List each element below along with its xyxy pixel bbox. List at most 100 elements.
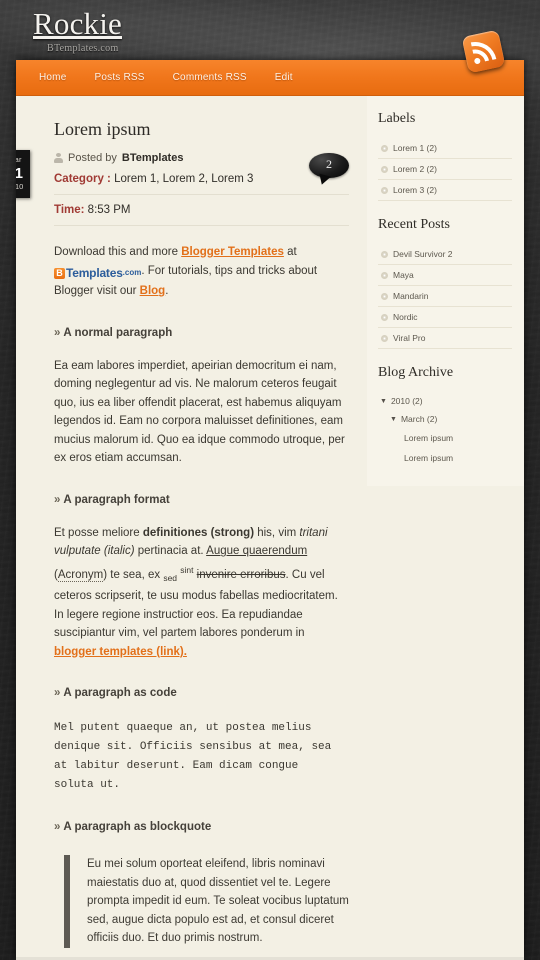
formatted-paragraph: Et posse meliore definitiones (strong) h… <box>54 524 349 662</box>
list-item[interactable]: Devil Survivor 2 <box>378 244 512 265</box>
blogger-templates-link[interactable]: Blogger Templates <box>181 246 284 258</box>
labels-list: Lorem 1 (2) Lorem 2 (2) Lorem 3 (2) <box>378 138 512 201</box>
archive-month-row[interactable]: ▼ March (2) <box>378 410 512 428</box>
blog-tagline: BTemplates.com <box>47 43 119 54</box>
archive-post-row[interactable]: Lorem ipsum <box>378 448 512 468</box>
heading-paragraph-blockquote-label: A paragraph as blockquote <box>63 821 212 834</box>
blog-title[interactable]: Rockie <box>33 6 122 42</box>
user-icon <box>54 153 63 163</box>
heading-marker-icon: » <box>54 493 61 506</box>
btemplates-tld: .com <box>122 267 142 277</box>
category-value[interactable]: Lorem 1, Lorem 2, Lorem 3 <box>114 173 253 185</box>
post-category-row: Category : Lorem 1, Lorem 2, Lorem 3 <box>54 164 349 195</box>
category-label: Category : <box>54 173 111 185</box>
label-text: Maya <box>393 270 414 280</box>
intro-text-1: Download this and more <box>54 246 182 258</box>
nav-link-comments-rss[interactable]: Comments RSS <box>159 60 261 95</box>
list-item[interactable]: Viral Pro <box>378 328 512 349</box>
sidebar-item-lorem-3[interactable]: Lorem 3 (2) <box>378 180 512 200</box>
label-text: Lorem 1 (2) <box>393 143 437 153</box>
fmt-acronym: Acronym <box>57 568 104 582</box>
archive-month-link[interactable]: March (2) <box>401 414 437 424</box>
post-author[interactable]: BTemplates <box>122 152 184 164</box>
list-item[interactable]: Lorem 2 (2) <box>378 159 512 180</box>
heading-normal-paragraph: » A normal paragraph <box>54 327 349 339</box>
date-month: Mar <box>16 155 22 164</box>
sidebar-item-maya[interactable]: Maya <box>378 265 512 285</box>
comment-count: 2 <box>326 157 332 171</box>
sidebar-item-viral-pro[interactable]: Viral Pro <box>378 328 512 348</box>
chevron-down-icon[interactable]: ▼ <box>380 398 387 405</box>
fmt-strikethrough: invenire erroribus <box>196 568 286 581</box>
post-inner: Lorem ipsum Posted by BTemplates Categor… <box>16 96 367 960</box>
label-text: Devil Survivor 2 <box>393 249 453 259</box>
label-text: Lorem 2 (2) <box>393 164 437 174</box>
list-item[interactable]: Lorem 3 (2) <box>378 180 512 201</box>
archive-year-row[interactable]: ▼ 2010 (2) <box>378 392 512 410</box>
bullet-icon <box>381 165 388 173</box>
archive-post-row[interactable]: Lorem ipsum <box>378 428 512 448</box>
bullet-icon <box>381 250 388 258</box>
sidebar-item-devil-survivor-2[interactable]: Devil Survivor 2 <box>378 244 512 264</box>
nav-link-home[interactable]: Home <box>16 60 80 95</box>
heading-paragraph-blockquote: » A paragraph as blockquote <box>54 821 349 833</box>
btemplates-logo[interactable]: B Templates .com <box>54 264 141 283</box>
nav-item-edit[interactable]: Edit <box>261 60 307 95</box>
byline-prefix: Posted by <box>68 152 117 164</box>
post-date-badge: Mar 11 2010 <box>16 150 30 198</box>
blockquote-text: Eu mei solum oporteat eleifend, libris n… <box>64 855 349 948</box>
archive-post-link-2[interactable]: Lorem ipsum <box>404 453 453 463</box>
fmt-strong: definitiones (strong) <box>142 526 255 539</box>
heading-paragraph-code-label: A paragraph as code <box>63 687 177 700</box>
label-text: Mandarin <box>393 291 429 301</box>
heading-paragraph-code: » A paragraph as code <box>54 687 349 699</box>
intro-text-2: at <box>283 246 297 258</box>
time-value: 8:53 PM <box>87 204 131 216</box>
btemplates-b-icon: B <box>54 267 65 279</box>
widget-recent-posts: Recent Posts Devil Survivor 2 Maya Manda… <box>378 217 512 349</box>
nav-item-posts-rss[interactable]: Posts RSS <box>80 60 158 95</box>
archive-post-link-1[interactable]: Lorem ipsum <box>404 433 453 443</box>
nav-link-posts-rss[interactable]: Posts RSS <box>80 60 158 95</box>
sidebar-item-nordic[interactable]: Nordic <box>378 307 512 327</box>
sidebar-item-mandarin[interactable]: Mandarin <box>378 286 512 306</box>
fmt-text-1: Et posse meliore <box>54 526 143 539</box>
post-column: Mar 11 2010 2 Lorem ipsum Posted by BTem… <box>16 96 367 960</box>
fmt-text-3: pertinacia at. <box>134 545 207 558</box>
archive-year-link[interactable]: 2010 (2) <box>391 396 423 406</box>
heading-paragraph-format: » A paragraph format <box>54 494 349 506</box>
page-root: Rockie BTemplates.com Home Posts RSS Com… <box>0 0 540 960</box>
list-item[interactable]: Lorem 1 (2) <box>378 138 512 159</box>
nav-item-home[interactable]: Home <box>16 60 80 95</box>
btemplates-wordmark: Templates <box>66 265 123 280</box>
main-navigation: Home Posts RSS Comments RSS Edit <box>16 60 524 96</box>
heading-marker-icon: » <box>54 821 61 834</box>
sidebar-item-lorem-1[interactable]: Lorem 1 (2) <box>378 138 512 158</box>
fmt-superscript: sint <box>180 564 194 575</box>
rss-feed-icon[interactable] <box>461 29 506 74</box>
label-text: Viral Pro <box>393 333 426 343</box>
date-year: 2010 <box>16 182 24 191</box>
list-item[interactable]: Nordic <box>378 307 512 328</box>
nav-link-edit[interactable]: Edit <box>261 60 307 95</box>
normal-paragraph-text: Ea eam labores imperdiet, apeirian democ… <box>54 359 345 465</box>
heading-normal-paragraph-label: A normal paragraph <box>63 326 173 339</box>
content-shell: Home Posts RSS Comments RSS Edit Mar 11 … <box>16 60 524 960</box>
rss-waves-icon <box>470 41 497 64</box>
comment-count-bubble[interactable]: 2 <box>309 153 349 187</box>
blog-link[interactable]: Blog <box>140 285 166 297</box>
post-intro-paragraph: Download this and more Blogger Templates… <box>54 243 349 301</box>
sidebar-item-lorem-2[interactable]: Lorem 2 (2) <box>378 159 512 179</box>
post-byline: Posted by BTemplates <box>54 152 349 164</box>
list-item[interactable]: Mandarin <box>378 286 512 307</box>
bullet-icon <box>381 313 388 321</box>
list-item[interactable]: Maya <box>378 265 512 286</box>
heading-marker-icon: » <box>54 687 61 700</box>
fmt-blogger-templates-link[interactable]: blogger templates (link). <box>54 646 187 658</box>
label-text: Nordic <box>393 312 418 322</box>
page-title: Lorem ipsum <box>54 119 151 139</box>
chevron-down-icon[interactable]: ▼ <box>390 416 397 423</box>
nav-item-comments-rss[interactable]: Comments RSS <box>159 60 261 95</box>
post-time-row: Time: 8:53 PM <box>54 195 349 226</box>
widget-recent-posts-title: Recent Posts <box>378 217 450 232</box>
